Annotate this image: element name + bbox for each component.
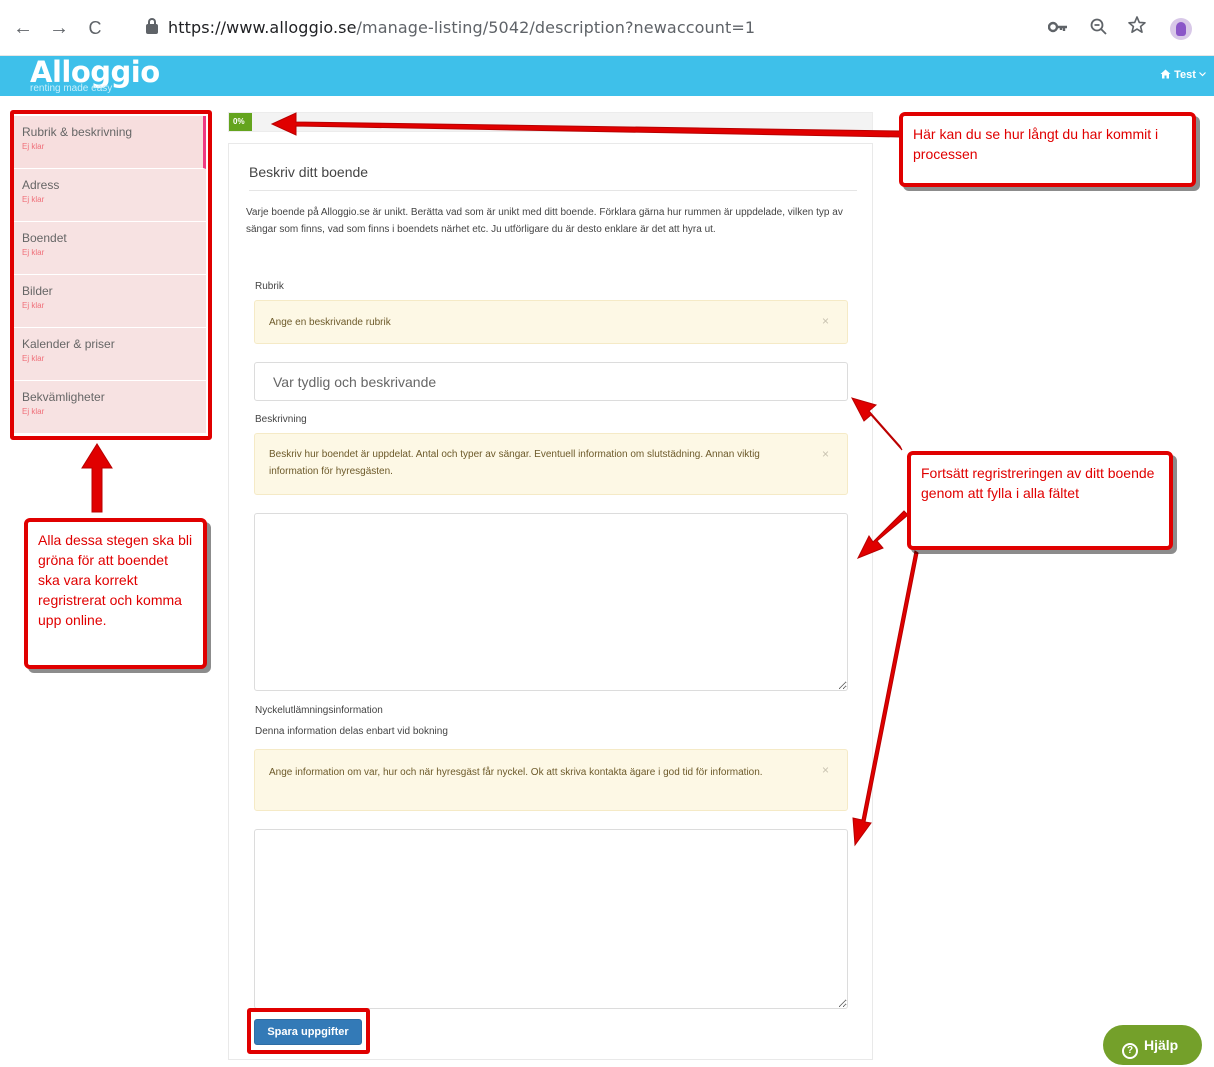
rubrik-hint-text: Ange en beskrivande rubrik xyxy=(269,317,391,328)
description-form: Beskriv ditt boende Varje boende på Allo… xyxy=(228,143,873,1060)
rubrik-input[interactable] xyxy=(254,362,848,401)
home-icon xyxy=(1160,69,1171,79)
nyckel-hint: Ange information om var, hur och när hyr… xyxy=(254,749,848,811)
beskrivning-hint: Beskriv hur boendet är uppdelat. Antal o… xyxy=(254,433,848,495)
title-divider xyxy=(249,190,857,191)
user-menu[interactable]: Test xyxy=(1160,69,1206,81)
nyckel-label: Nyckelutlämningsinformation xyxy=(255,705,383,716)
alloggio-logo[interactable]: Alloggio renting made easy xyxy=(30,56,160,96)
close-icon[interactable]: × xyxy=(822,315,829,327)
back-arrow-icon[interactable]: ← xyxy=(10,14,36,42)
browser-toolbar: ← → C https://www.alloggio.se/manage-lis… xyxy=(0,0,1214,56)
help-label: Hjälp xyxy=(1144,1037,1179,1053)
zoom-icon[interactable] xyxy=(1090,18,1108,41)
lock-icon xyxy=(146,18,158,34)
profile-avatar[interactable] xyxy=(1170,18,1192,40)
beskrivning-textarea[interactable] xyxy=(254,513,848,691)
url-text: https://www.alloggio.se/manage-listing/5… xyxy=(168,18,756,37)
star-icon[interactable] xyxy=(1127,15,1147,40)
nyckel-sublabel: Denna information delas enbart vid bokni… xyxy=(255,726,448,737)
nyckel-hint-text: Ange information om var, hur och när hyr… xyxy=(269,767,763,778)
reload-icon[interactable]: C xyxy=(82,14,108,42)
close-icon[interactable]: × xyxy=(822,764,829,776)
fields-callout: Fortsätt regristreringen av ditt boende … xyxy=(907,451,1173,550)
user-name: Test xyxy=(1174,69,1196,81)
address-bar[interactable]: https://www.alloggio.se/manage-listing/5… xyxy=(140,12,1040,44)
save-button-highlight-frame xyxy=(247,1008,370,1054)
help-button[interactable]: ? Hjälp xyxy=(1103,1025,1202,1065)
nyckel-textarea[interactable] xyxy=(254,829,848,1009)
chevron-down-icon xyxy=(1199,72,1206,77)
rubrik-label: Rubrik xyxy=(255,281,284,292)
close-icon[interactable]: × xyxy=(822,448,829,460)
page: ← → C https://www.alloggio.se/manage-lis… xyxy=(0,0,1214,1067)
beskrivning-hint-text: Beskriv hur boendet är uppdelat. Antal o… xyxy=(269,449,760,477)
steps-callout: Alla dessa stegen ska bli gröna för att … xyxy=(24,518,207,669)
forward-arrow-icon[interactable]: → xyxy=(46,14,72,42)
progress-value: 0% xyxy=(229,113,252,131)
site-header: Alloggio renting made easy Test xyxy=(0,56,1214,96)
rubrik-hint: Ange en beskrivande rubrik × xyxy=(254,300,848,344)
beskrivning-label: Beskrivning xyxy=(255,414,307,425)
intro-text: Varje boende på Alloggio.se är unikt. Be… xyxy=(246,207,843,235)
form-title: Beskriv ditt boende xyxy=(249,164,369,180)
question-circle-icon: ? xyxy=(1122,1043,1138,1059)
progress-bar: 0% xyxy=(228,112,873,132)
key-icon[interactable] xyxy=(1047,18,1068,39)
sidebar-highlight-frame xyxy=(10,110,212,440)
progress-callout: Här kan du se hur långt du har kommit i … xyxy=(899,112,1196,187)
